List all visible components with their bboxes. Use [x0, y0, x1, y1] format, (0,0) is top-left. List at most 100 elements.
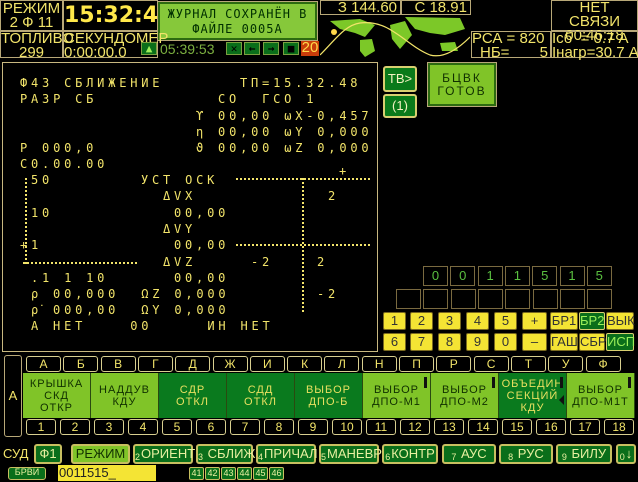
- channel-1-button[interactable]: (1): [383, 94, 417, 118]
- key-ГАШ[interactable]: ГАШ: [550, 333, 578, 351]
- number-tag[interactable]: 18: [604, 419, 634, 435]
- mode-button-11[interactable]: 0↓: [616, 444, 636, 464]
- number-tag[interactable]: 4: [128, 419, 158, 435]
- arrow-right-icon[interactable]: →: [263, 42, 279, 55]
- letter-tag[interactable]: А: [26, 356, 61, 372]
- mode-button-3[interactable]: 2ОРИЕНТ: [133, 444, 195, 464]
- switch-cell[interactable]: СДД ОТКЛ: [227, 373, 295, 418]
- digit-cell-empty: [587, 289, 613, 309]
- letter-tag[interactable]: Л: [324, 356, 360, 372]
- letter-tag[interactable]: В: [100, 356, 136, 372]
- switch-cell-label: ДПО-М1: [372, 395, 421, 408]
- number-tag[interactable]: 17: [570, 419, 600, 435]
- mode-button-5[interactable]: 4ПРИЧАЛ: [256, 444, 318, 464]
- key-0[interactable]: 0: [494, 333, 517, 351]
- number-tag[interactable]: 11: [366, 419, 396, 435]
- number-tag[interactable]: 3: [94, 419, 124, 435]
- key-–[interactable]: –: [522, 333, 547, 351]
- key-6[interactable]: 6: [383, 333, 406, 351]
- number-tag[interactable]: 13: [434, 419, 464, 435]
- mode-button-2[interactable]: РЕЖИМ: [71, 444, 130, 464]
- key-ВЫК[interactable]: ВЫК: [606, 312, 635, 330]
- number-tag[interactable]: 2: [60, 419, 90, 435]
- key-СБР[interactable]: СБР: [579, 333, 607, 351]
- number-tag[interactable]: 9: [298, 419, 328, 435]
- close-icon[interactable]: ✕: [226, 42, 242, 55]
- mode-button-7[interactable]: 6КОНТР: [382, 444, 438, 464]
- letter-tag[interactable]: С: [473, 356, 509, 372]
- small-button-41[interactable]: 41: [189, 467, 204, 480]
- sud-label: СУД: [3, 446, 29, 461]
- key-3[interactable]: 3: [438, 312, 461, 330]
- stop-icon[interactable]: ■: [283, 42, 299, 55]
- small-button-43[interactable]: 43: [221, 467, 236, 480]
- mode-button-9[interactable]: 8 РУС: [499, 444, 553, 464]
- small-button-42[interactable]: 42: [205, 467, 220, 480]
- mode-button-6[interactable]: 5МАНЕВР: [319, 444, 382, 464]
- key-8[interactable]: 8: [438, 333, 461, 351]
- letter-tag[interactable]: Т: [510, 356, 546, 372]
- letter-tag[interactable]: Р: [436, 356, 472, 372]
- key-+[interactable]: +: [522, 312, 547, 330]
- key-9[interactable]: 9: [466, 333, 489, 351]
- small-button-45[interactable]: 45: [253, 467, 268, 480]
- number-tag[interactable]: 16: [536, 419, 566, 435]
- key-4[interactable]: 4: [466, 312, 489, 330]
- number-tag[interactable]: 1: [26, 419, 56, 435]
- letter-tag[interactable]: Д: [175, 356, 211, 372]
- triangle-left-icon: [559, 395, 564, 405]
- key-5[interactable]: 5: [494, 312, 517, 330]
- letter-tag[interactable]: Б: [63, 356, 99, 372]
- letter-tag[interactable]: Ф: [585, 356, 621, 372]
- switch-cell[interactable]: ВЫБОР ДПО-М1Т: [567, 373, 635, 418]
- button-label: БИЛУ: [567, 446, 607, 461]
- small-button-46[interactable]: 46: [269, 467, 284, 480]
- number-tag[interactable]: 14: [468, 419, 498, 435]
- number-tag[interactable]: 15: [502, 419, 532, 435]
- display-line: СО ГСО 1: [218, 92, 318, 106]
- mode-button-1[interactable]: Ф1: [34, 444, 62, 464]
- switch-cell[interactable]: ВЫБОР ДПО-Б: [295, 373, 363, 418]
- key-БР1[interactable]: БР1: [550, 312, 578, 330]
- stopwatch-up-button[interactable]: ▲: [141, 42, 157, 55]
- number-tag[interactable]: 7: [230, 419, 260, 435]
- mode-button-8[interactable]: 7 АУС: [442, 444, 496, 464]
- letter-tag[interactable]: Г: [137, 356, 173, 372]
- letter-tag[interactable]: К: [287, 356, 323, 372]
- display-line: 2: [328, 189, 340, 203]
- digit-cell-empty: [477, 289, 503, 309]
- number-tag[interactable]: 6: [196, 419, 226, 435]
- switch-cell[interactable]: КРЫШКА СКД ОТКР: [23, 373, 91, 418]
- mode-button-4[interactable]: 3 СБЛИЖ: [196, 444, 255, 464]
- digit-cell: 5: [586, 266, 612, 286]
- letter-tag[interactable]: П: [399, 356, 434, 372]
- small-button-44[interactable]: 44: [237, 467, 252, 480]
- brvi-button[interactable]: БРВИ: [8, 467, 46, 480]
- key-БР2[interactable]: БР2: [579, 312, 605, 330]
- switch-cell[interactable]: ВЫБОР ДПО-М2: [431, 373, 499, 418]
- sim-time: 05:39:53: [160, 41, 215, 57]
- mode-button-10[interactable]: 9 БИЛУ: [556, 444, 612, 464]
- letter-tag[interactable]: Ж: [212, 356, 248, 372]
- letter-tag[interactable]: У: [548, 356, 584, 372]
- switch-cell[interactable]: НАДДУВ КДУ: [91, 373, 159, 418]
- key-ИСП[interactable]: ИСП: [606, 333, 635, 351]
- arrow-left-icon[interactable]: ←: [244, 42, 260, 55]
- number-tag[interactable]: 5: [162, 419, 192, 435]
- switch-cell-label: КРЫШКА: [29, 377, 84, 390]
- display-line: ρ̇ 000,00 ΩY 0,000: [31, 303, 230, 317]
- number-tag[interactable]: 12: [400, 419, 430, 435]
- number-tag[interactable]: 8: [264, 419, 294, 435]
- digit-cell-empty: [450, 289, 476, 309]
- switch-cell[interactable]: ВЫБОР ДПО-М1: [363, 373, 431, 418]
- key-7[interactable]: 7: [410, 333, 433, 351]
- key-1[interactable]: 1: [383, 312, 406, 330]
- number-tag[interactable]: 10: [332, 419, 362, 435]
- command-input[interactable]: 0011515_: [58, 465, 156, 481]
- switch-cell[interactable]: СДР ОТКЛ: [159, 373, 227, 418]
- letter-tag[interactable]: Н: [361, 356, 397, 372]
- tv-button[interactable]: ТВ>: [383, 66, 417, 92]
- switch-cell[interactable]: ОБЪЕДИН СЕКЦИЙ КДУ: [499, 373, 567, 418]
- key-2[interactable]: 2: [410, 312, 433, 330]
- letter-tag[interactable]: И: [249, 356, 285, 372]
